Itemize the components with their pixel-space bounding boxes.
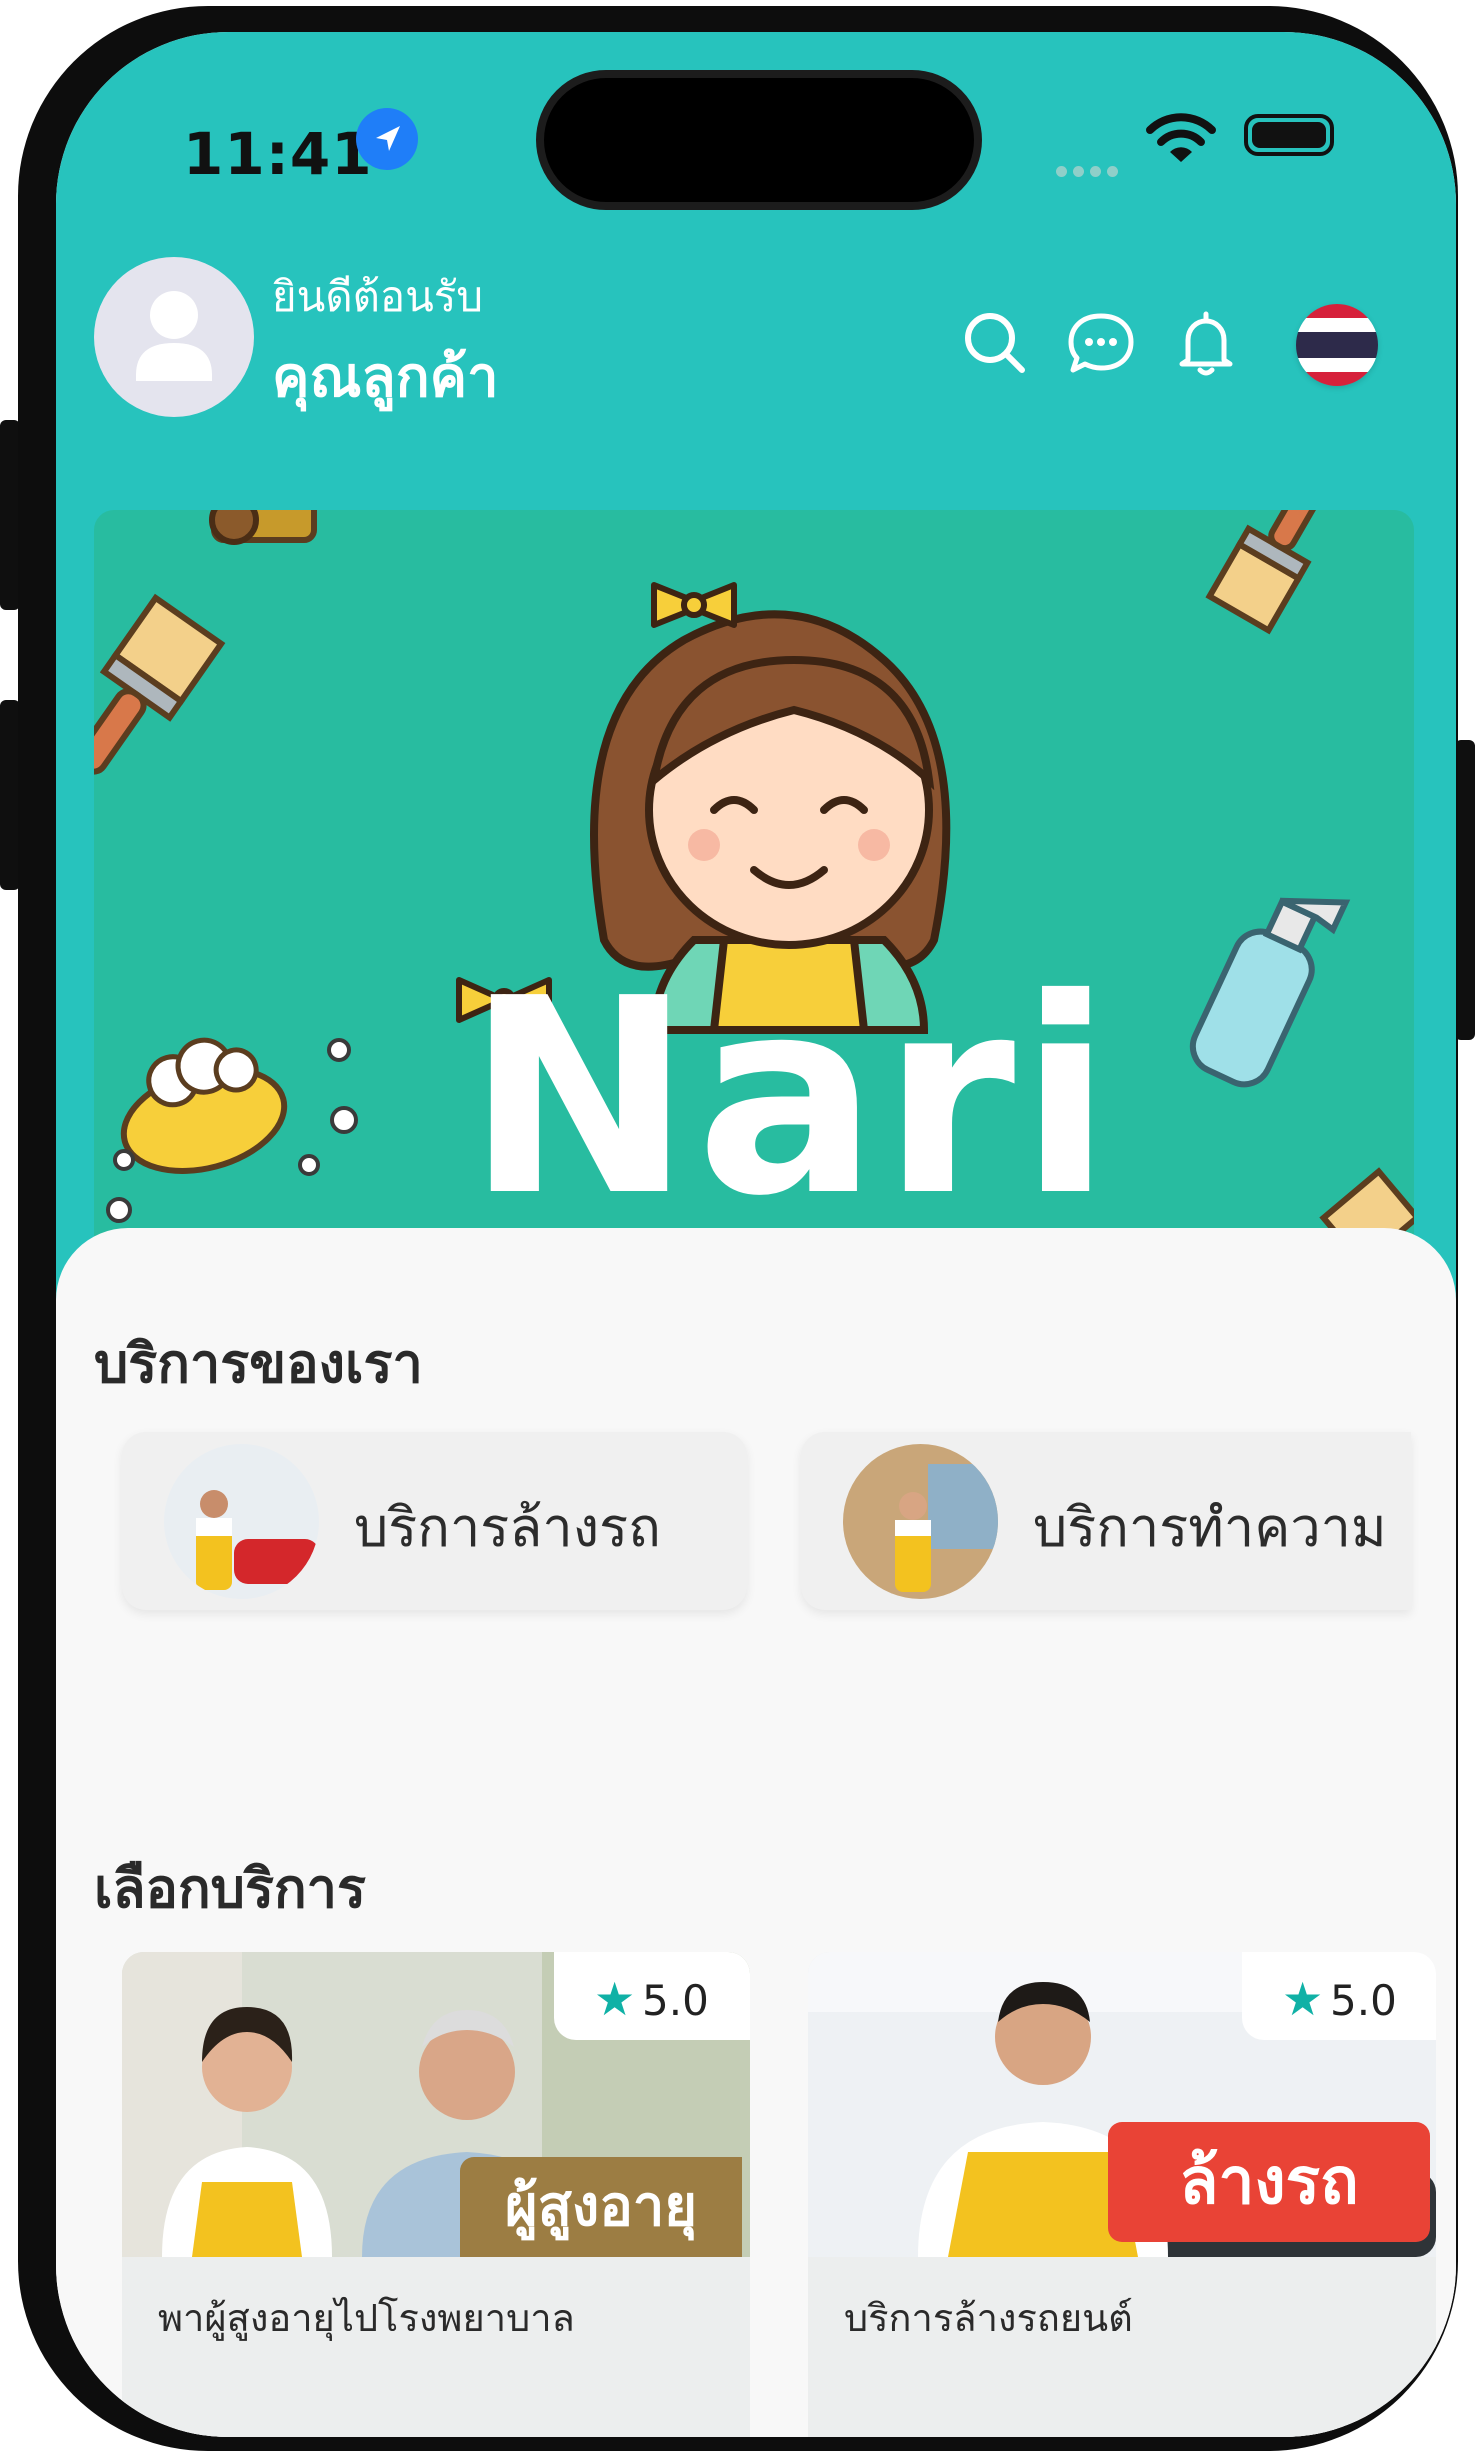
volume-button [0, 700, 20, 890]
greeting-text: ยินดีต้อนรับ [272, 272, 484, 321]
action-button [0, 420, 20, 610]
chat-icon[interactable] [1061, 304, 1141, 384]
service-label: บริการล้างรถ [354, 1496, 661, 1559]
choice-card-car-wash[interactable]: ล้างรถ ★ 5.0 บริการล้างรถยนต์ [808, 1952, 1436, 2437]
wifi-icon [1146, 112, 1216, 170]
service-card-cleaning[interactable]: บริการทำความ [801, 1432, 1411, 1610]
power-button [1455, 740, 1475, 1040]
cellular-signal-icon [1056, 162, 1124, 181]
battery-icon [1244, 114, 1334, 156]
service-label: บริการทำความ [1033, 1496, 1387, 1559]
customer-name: คุณลูกค้า [272, 345, 499, 410]
rating-badge: ★ 5.0 [1242, 1952, 1436, 2040]
dynamic-island [536, 70, 982, 210]
choice-card-elderly[interactable]: ผู้สูงอายุ ★ 5.0 พาผู้สูงอายุไปโรงพยาบาล [122, 1952, 750, 2437]
bell-icon[interactable] [1166, 304, 1246, 384]
rating-badge: ★ 5.0 [554, 1952, 750, 2040]
nari-logo: Nari [466, 940, 1116, 1255]
promo-banner[interactable]: Nari [94, 510, 1414, 1270]
search-icon[interactable] [956, 304, 1036, 384]
services-title: บริการของเรา [94, 1332, 423, 1395]
star-icon: ★ [1282, 1972, 1324, 2026]
rating-value: 5.0 [1330, 1976, 1397, 2025]
choose-service-title: เลือกบริการ [94, 1857, 366, 1920]
rating-value: 5.0 [642, 1976, 709, 2025]
avatar[interactable] [94, 257, 254, 417]
elderly-photo: ผู้สูงอายุ ★ 5.0 [122, 1952, 750, 2257]
choice-label: บริการล้างรถยนต์ [844, 2296, 1133, 2340]
location-arrow-icon [356, 108, 418, 170]
elderly-tag: ผู้สูงอายุ [460, 2157, 742, 2257]
car-wash-photo: ล้างรถ ★ 5.0 [808, 1952, 1436, 2257]
status-time: 11:41 [183, 120, 373, 188]
star-icon: ★ [594, 1972, 636, 2026]
thai-flag-icon[interactable] [1296, 304, 1378, 386]
phone-frame: 11:41 ยินดีต้อนรับ คุณลูกค้า Nari บริการ… [18, 6, 1458, 2451]
car-wash-photo [164, 1444, 319, 1599]
app-screen: 11:41 ยินดีต้อนรับ คุณลูกค้า Nari บริการ… [56, 32, 1456, 2437]
car-wash-tag: ล้างรถ [1108, 2122, 1430, 2242]
cleaning-photo [843, 1444, 998, 1599]
choice-label: พาผู้สูงอายุไปโรงพยาบาล [158, 2296, 575, 2340]
service-card-car-wash[interactable]: บริการล้างรถ [122, 1432, 747, 1610]
